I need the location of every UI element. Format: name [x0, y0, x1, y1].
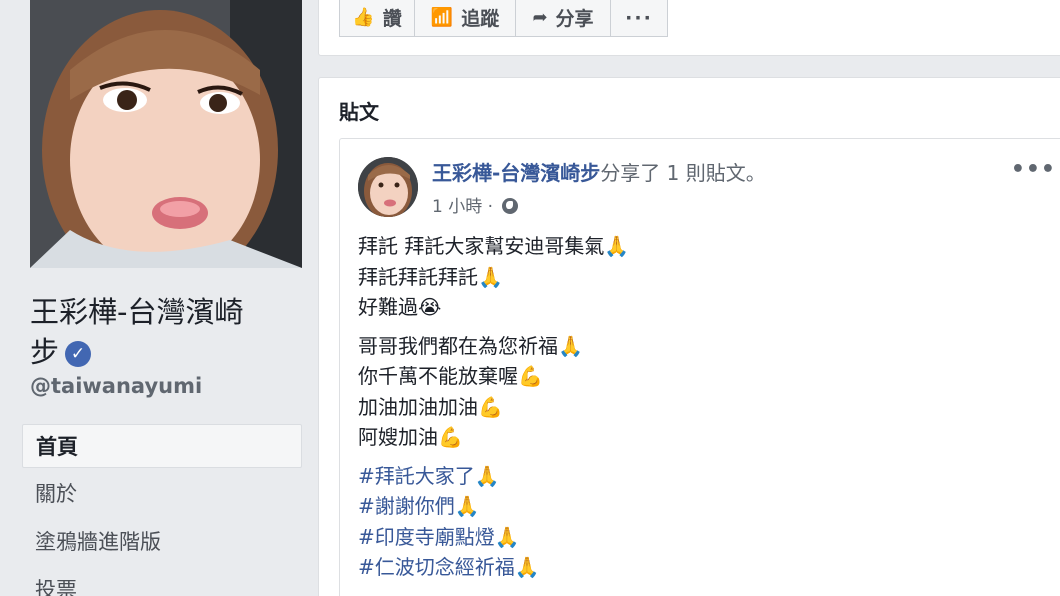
post-timestamp[interactable]: 1 小時 · — [432, 192, 519, 217]
post-body: 拜託 拜託大家幫安迪哥集氣🙏 拜託拜託拜託🙏 好難過😭 哥哥我們都在為您祈福🙏 … — [358, 231, 1048, 591]
hashtag-link[interactable]: #印度寺廟點燈🙏 — [358, 522, 1048, 553]
nav-item-home[interactable]: 首頁 — [22, 424, 302, 468]
post-paragraph: 拜託 拜託大家幫安迪哥集氣🙏 拜託拜託拜託🙏 好難過😭 — [358, 231, 1048, 323]
like-label: 讚 — [382, 8, 402, 30]
hashtag-link[interactable]: #謝謝你們🙏 — [358, 491, 1048, 522]
follow-label: 追蹤 — [461, 8, 500, 30]
post-hashtags: #拜託大家了🙏 #謝謝你們🙏 #印度寺廟點燈🙏 #仁波切念經祈福🙏 — [358, 461, 1048, 583]
post-line: 拜託拜託拜託🙏 — [358, 264, 503, 289]
globe-icon — [502, 198, 519, 214]
nav-item-polls[interactable]: 投票 — [22, 568, 302, 596]
post-paragraph: 哥哥我們都在為您祈福🙏 你千萬不能放棄喔💪 加油加油加油💪 阿嫂加油💪 — [358, 331, 1048, 453]
post-header: 王彩樺-台灣濱崎步分享了 1 則貼文。 — [432, 159, 766, 187]
action-bar: 👍 讚 📶 追蹤 ➦ 分享 ··· — [339, 0, 668, 37]
post-line: 好難過😭 — [358, 295, 442, 319]
post-author-link[interactable]: 王彩樺-台灣濱崎步 — [432, 161, 600, 185]
hashtag-link[interactable]: #仁波切念經祈福🙏 — [358, 552, 1048, 583]
page-username[interactable]: @taiwanayumi — [30, 374, 202, 398]
post-line: 你千萬不能放棄喔💪 — [358, 364, 543, 388]
follow-button[interactable]: 📶 追蹤 — [414, 0, 516, 37]
post-time-text: 1 小時 · — [432, 197, 499, 217]
post-line: 拜託 拜託大家幫安迪哥集氣🙏 — [358, 234, 630, 258]
posts-heading: 貼文 — [339, 100, 379, 124]
profile-photo[interactable] — [30, 0, 302, 268]
nav-item-about[interactable]: 關於 — [22, 472, 302, 516]
thumbs-up-icon: 👍 — [352, 7, 375, 28]
hashtag-link[interactable]: #拜託大家了🙏 — [358, 461, 1048, 492]
action-card: 👍 讚 📶 追蹤 ➦ 分享 ··· — [318, 0, 1060, 56]
share-arrow-icon: ➦ — [532, 7, 548, 28]
post-line: 阿嫂加油💪 — [358, 425, 463, 449]
post-author-avatar[interactable] — [358, 157, 418, 217]
nav-item-timeline[interactable]: 塗鴉牆進階版 — [22, 520, 302, 564]
verified-badge-icon: ✓ — [65, 341, 92, 367]
rss-icon: 📶 — [430, 7, 454, 28]
posts-card: 貼文 王彩樺-台灣濱崎步分享了 1 則貼文。 1 小時 · ••• 拜託 拜託大… — [318, 77, 1060, 596]
more-options-button[interactable]: ··· — [610, 0, 668, 37]
page-title-line1: 王彩樺-台灣濱崎 — [30, 295, 244, 329]
like-button[interactable]: 👍 讚 — [339, 0, 415, 37]
page-nav: 首頁 關於 塗鴉牆進階版 投票 — [22, 424, 302, 596]
page-title[interactable]: 王彩樺-台灣濱崎 步 ✓ — [30, 292, 300, 372]
share-button[interactable]: ➦ 分享 — [515, 0, 611, 37]
post-options-icon[interactable]: ••• — [1011, 157, 1056, 182]
post-line: 加油加油加油💪 — [358, 394, 503, 419]
post: 王彩樺-台灣濱崎步分享了 1 則貼文。 1 小時 · ••• 拜託 拜託大家幫安… — [339, 138, 1060, 596]
post-line: 哥哥我們都在為您祈福🙏 — [358, 333, 583, 358]
post-shared-text: 分享了 1 則貼文。 — [600, 161, 766, 185]
share-label: 分享 — [555, 8, 594, 30]
page-title-line2: 步 — [30, 335, 60, 369]
